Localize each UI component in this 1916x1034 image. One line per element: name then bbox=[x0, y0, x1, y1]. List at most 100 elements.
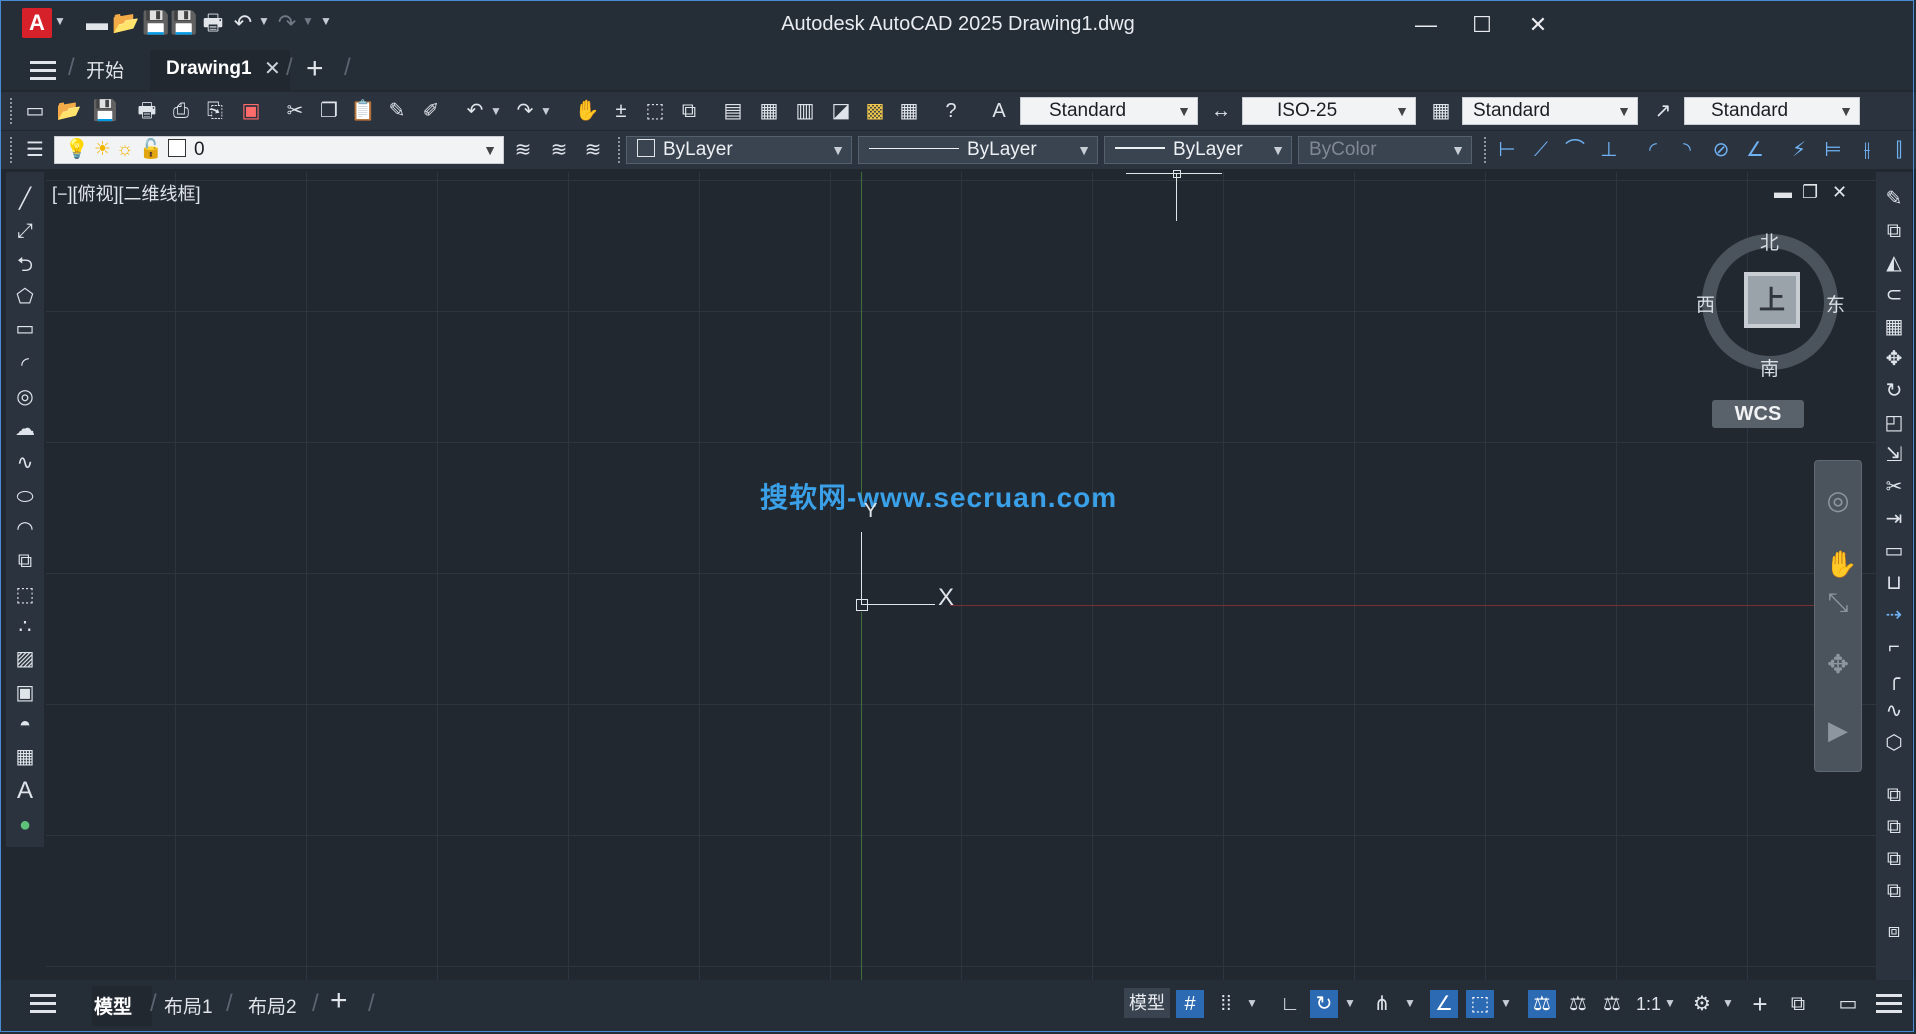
layer-states-icon[interactable]: ≋ bbox=[580, 137, 606, 163]
mirror-icon[interactable]: ◭ bbox=[1881, 250, 1907, 276]
polygon-icon[interactable]: ⬠ bbox=[12, 284, 38, 310]
break-icon[interactable]: ⊔ bbox=[1881, 570, 1907, 596]
insert-block-icon[interactable]: ⧉ bbox=[12, 548, 38, 574]
compass-east[interactable]: 东 bbox=[1826, 290, 1845, 317]
text-style-icon[interactable]: A bbox=[986, 98, 1012, 124]
save-icon[interactable]: 💾 bbox=[92, 98, 118, 124]
snap-caret-icon[interactable]: ▼ bbox=[1246, 996, 1258, 1010]
redo-caret-icon[interactable]: ▼ bbox=[540, 104, 552, 118]
drawing-canvas[interactable] bbox=[46, 172, 1876, 980]
annotation-monitor-icon[interactable]: + bbox=[1746, 990, 1774, 1018]
layout-tab-menu-icon[interactable] bbox=[30, 994, 56, 1014]
steering-wheel-icon[interactable]: ◎ bbox=[1825, 487, 1851, 513]
erase-icon[interactable]: ✎ bbox=[1881, 186, 1907, 212]
toolbar-grip[interactable] bbox=[10, 98, 16, 124]
toolbar-grip[interactable] bbox=[10, 137, 16, 163]
dwf-icon[interactable]: ▣ bbox=[238, 98, 264, 124]
zoom-window-icon[interactable]: ⬚ bbox=[642, 98, 668, 124]
new-tab-button[interactable]: + bbox=[306, 52, 324, 86]
orbit-icon[interactable]: ✥ bbox=[1825, 651, 1851, 677]
maximize-button[interactable]: ☐ bbox=[1462, 8, 1502, 42]
polar-tracking-icon[interactable]: ↻ bbox=[1310, 990, 1338, 1018]
annotation-scale-value[interactable]: 1:1 bbox=[1636, 994, 1661, 1015]
copy-object-icon[interactable]: ⧉ bbox=[1881, 218, 1907, 244]
add-layout-button[interactable]: + bbox=[330, 984, 348, 1018]
viewcube-top-face[interactable]: 上 bbox=[1744, 272, 1800, 328]
undo-icon[interactable]: ↶ bbox=[462, 98, 488, 124]
offset-icon[interactable]: ⊂ bbox=[1881, 282, 1907, 308]
multiline-text-icon[interactable]: A bbox=[12, 778, 38, 804]
ellipse-arc-icon[interactable]: ◠ bbox=[12, 516, 38, 542]
arc-length-icon[interactable]: ⌒ bbox=[1562, 137, 1588, 163]
undo-caret-icon[interactable]: ▼ bbox=[490, 104, 502, 118]
chamfer-icon[interactable]: ⌐ bbox=[1881, 634, 1907, 660]
object-snap-caret-icon[interactable]: ▼ bbox=[1500, 996, 1512, 1010]
help-icon[interactable]: ? bbox=[938, 98, 964, 124]
make-current-layer-icon[interactable]: ≋ bbox=[510, 137, 536, 163]
region-icon[interactable]: ◓ bbox=[12, 712, 38, 738]
grid-icon[interactable]: # bbox=[1176, 990, 1204, 1018]
toolbar-grip[interactable] bbox=[618, 137, 624, 163]
dimension-style-select[interactable]: ISO-25 ▼ bbox=[1242, 97, 1416, 125]
hatch-icon[interactable]: ▨ bbox=[12, 646, 38, 672]
explode-icon[interactable]: ⬡ bbox=[1881, 730, 1907, 756]
aligned-dimension-icon[interactable]: ⟋ bbox=[1528, 137, 1554, 163]
isodraft-icon[interactable]: ⋔ bbox=[1368, 990, 1396, 1018]
layer-select[interactable]: 💡 ☀ ☼ 🔓 0 ▼ bbox=[54, 136, 504, 164]
open-icon[interactable]: 📂 bbox=[56, 98, 82, 124]
qnew-icon[interactable]: ▭ bbox=[22, 98, 48, 124]
compass-south[interactable]: 南 bbox=[1760, 354, 1779, 381]
plot-preview-icon[interactable]: ⎙ bbox=[168, 98, 194, 124]
join-icon[interactable]: ⇢ bbox=[1881, 602, 1907, 628]
gradient-icon[interactable]: ▣ bbox=[12, 680, 38, 706]
ortho-icon[interactable]: ∟ bbox=[1276, 990, 1304, 1018]
zoom-realtime-icon[interactable]: ± bbox=[608, 98, 634, 124]
isolate-objects-icon[interactable]: ⧉ bbox=[1784, 990, 1812, 1018]
make-block-icon[interactable]: ⬚ bbox=[12, 582, 38, 608]
markup-icon[interactable]: ▩ bbox=[862, 98, 888, 124]
quick-dimension-icon[interactable]: ⚡ bbox=[1786, 137, 1812, 163]
showmotion-icon[interactable]: ▶ bbox=[1825, 717, 1851, 743]
circle-icon[interactable]: ◎ bbox=[12, 384, 38, 410]
linetype-select[interactable]: ByLayer ▼ bbox=[858, 136, 1098, 164]
bring-above-icon[interactable]: ⧉ bbox=[1881, 846, 1907, 872]
ucs-menu[interactable]: WCS bbox=[1712, 400, 1804, 428]
isodraft-caret-icon[interactable]: ▼ bbox=[1404, 996, 1416, 1010]
model-space-toggle[interactable]: 模型 bbox=[1124, 988, 1170, 1018]
jogged-dimension-icon[interactable]: ◝ bbox=[1674, 137, 1700, 163]
scale-icon[interactable]: ◰ bbox=[1881, 410, 1907, 436]
viewport-close-icon[interactable]: ✕ bbox=[1832, 182, 1847, 203]
close-button[interactable]: ✕ bbox=[1518, 8, 1558, 42]
tab-layout1[interactable]: 布局1 bbox=[164, 992, 213, 1019]
color-select[interactable]: ByLayer ▼ bbox=[626, 136, 852, 164]
properties-icon[interactable]: ▤ bbox=[720, 98, 746, 124]
design-center-icon[interactable]: ▦ bbox=[756, 98, 782, 124]
layer-previous-icon[interactable]: ≋ bbox=[546, 137, 572, 163]
annotation-scale-icon[interactable]: ⚖ bbox=[1598, 990, 1626, 1018]
dimension-space-icon[interactable]: ⫿ bbox=[1886, 137, 1912, 163]
viewport-restore-icon[interactable]: ❐ bbox=[1802, 182, 1818, 203]
tab-start[interactable]: 开始 bbox=[86, 56, 136, 83]
table-icon[interactable]: ▦ bbox=[12, 744, 38, 770]
break-at-point-icon[interactable]: ▭ bbox=[1881, 538, 1907, 564]
pan-icon[interactable]: ✋ bbox=[574, 98, 600, 124]
scale-caret-icon[interactable]: ▼ bbox=[1664, 996, 1676, 1010]
tab-layout2[interactable]: 布局2 bbox=[248, 992, 297, 1019]
blend-curves-icon[interactable]: ∿ bbox=[1881, 698, 1907, 724]
table-style-select[interactable]: Standard ▼ bbox=[1462, 97, 1638, 125]
zoom-previous-icon[interactable]: ⧉ bbox=[676, 98, 702, 124]
point-icon[interactable]: ∴ bbox=[12, 614, 38, 640]
dimension-style-icon[interactable]: ↔ bbox=[1208, 98, 1234, 124]
cut-icon[interactable]: ✂ bbox=[282, 98, 308, 124]
viewport-minimize-icon[interactable]: ▬ bbox=[1774, 182, 1792, 203]
stretch-icon[interactable]: ⇲ bbox=[1881, 442, 1907, 468]
clean-screen-icon[interactable]: ▭ bbox=[1834, 990, 1862, 1018]
calculator-icon[interactable]: ▦ bbox=[896, 98, 922, 124]
workspace-gear-icon[interactable]: ⚙ bbox=[1688, 990, 1716, 1018]
bring-to-front-icon[interactable]: ⧉ bbox=[1881, 782, 1907, 808]
tab-close-icon[interactable]: ✕ bbox=[264, 56, 281, 81]
send-under-icon[interactable]: ⧉ bbox=[1881, 878, 1907, 904]
customization-menu-icon[interactable] bbox=[1876, 994, 1902, 1014]
continue-dimension-icon[interactable]: ⫲ bbox=[1854, 137, 1880, 163]
snap-icon[interactable]: ⁞⁞ bbox=[1212, 990, 1240, 1018]
